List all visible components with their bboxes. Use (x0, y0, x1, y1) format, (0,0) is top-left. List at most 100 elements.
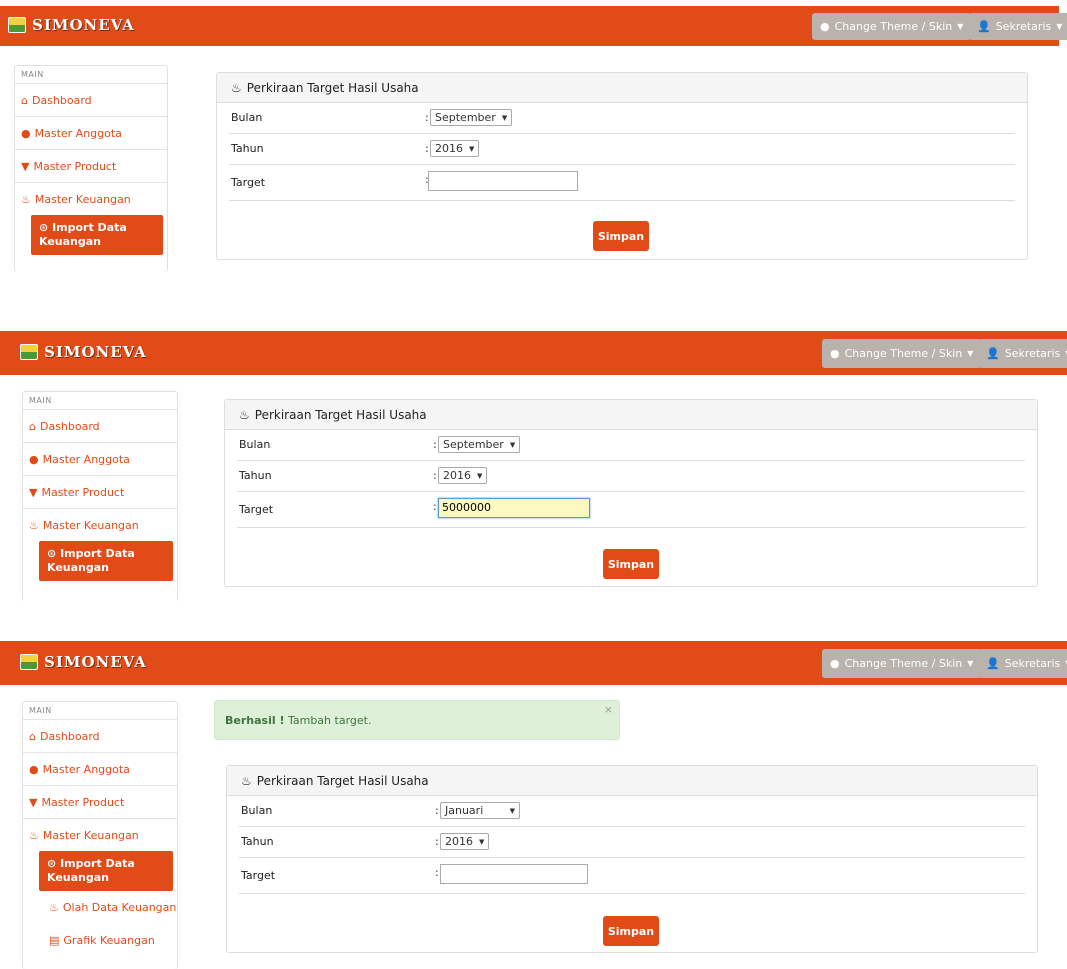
sidebar-item-master-product[interactable]: ▼ Master Product (23, 785, 177, 818)
target-input[interactable] (428, 171, 578, 191)
change-theme-label: Change Theme / Skin (844, 657, 963, 670)
target-input[interactable] (440, 864, 588, 884)
sidebar-item-label: Master Product (41, 485, 125, 499)
form-row-tahun: Tahun : 2016 ▼ (229, 134, 1015, 165)
target-form-panel: ♨ Perkiraan Target Hasil Usaha Bulan : S… (224, 399, 1038, 587)
droplet-icon: ● (830, 347, 840, 360)
colon: : (433, 500, 437, 513)
user-menu-label: Sekretaris (995, 20, 1052, 33)
sidebar-heading: MAIN (29, 706, 52, 715)
tahun-select[interactable]: 2016 ▼ (430, 140, 480, 157)
screenshot-3: SIMONEVA ● Change Theme / Skin ▼ 👤 Sekre… (0, 641, 1067, 969)
bulan-value: Januari (445, 804, 484, 817)
sidebar-item-master-product[interactable]: ▼ Master Product (15, 149, 167, 182)
sidebar-subitem-line1: Import Data (60, 547, 135, 560)
sidebar-item-label: Master Anggota (42, 452, 130, 466)
simpan-button[interactable]: Simpan (603, 549, 659, 579)
user-icon: ● (29, 762, 39, 776)
home-icon: ⌂ (21, 93, 28, 107)
tahun-value: 2016 (435, 142, 463, 155)
screenshot-2: SIMONEVA ● Change Theme / Skin ▼ 👤 Sekre… (0, 331, 1067, 601)
form-row-target: Target : (229, 165, 1015, 201)
brand-name: SIMONEVA (44, 343, 147, 361)
cart-icon: ▼ (29, 795, 38, 809)
fire-icon: ♨ (49, 901, 59, 914)
tahun-select[interactable]: 2016 ▼ (440, 833, 490, 850)
user-menu-label: Sekretaris (1004, 347, 1061, 360)
panel-heading: ♨ Perkiraan Target Hasil Usaha (225, 400, 1037, 430)
panel-title: Perkiraan Target Hasil Usaha (254, 407, 427, 422)
chevron-down-icon: ▼ (477, 471, 483, 480)
sidebar-subitem-line2: Keuangan (47, 561, 110, 574)
sidebar-subitem-import-data-keuangan[interactable]: ⊙ Import Data Keuangan (39, 541, 173, 581)
brand[interactable]: SIMONEVA (8, 16, 135, 34)
navbar: SIMONEVA ● Change Theme / Skin ▼ 👤 Sekre… (0, 6, 1067, 46)
sidebar-item-dashboard[interactable]: ⌂ Dashboard (23, 409, 177, 442)
sidebar-item-label: Master Keuangan (42, 518, 139, 532)
target-input[interactable]: 5000000 (438, 498, 590, 518)
fire-icon: ♨ (239, 407, 250, 422)
simpan-button[interactable]: Simpan (603, 916, 659, 946)
sidebar-subitem-import-data-keuangan[interactable]: ⊙ Import Data Keuangan (31, 215, 163, 255)
sidebar-item-master-anggota[interactable]: ● Master Anggota (23, 752, 177, 785)
bulan-select[interactable]: Januari ▼ (440, 802, 520, 819)
logo-icon (20, 654, 38, 670)
alert-message: Tambah target. (287, 714, 372, 727)
brand[interactable]: SIMONEVA (20, 653, 147, 671)
logo-icon (20, 344, 38, 360)
sidebar-item-master-keuangan[interactable]: ♨ Master Keuangan (23, 508, 177, 541)
sidebar-item-master-product[interactable]: ▼ Master Product (23, 475, 177, 508)
bulan-select[interactable]: September ▼ (438, 436, 521, 453)
sidebar: MAIN ⌂ Dashboard ● Master Anggota ▼ Master … (22, 701, 178, 969)
caret-down-icon: ▼ (967, 349, 974, 358)
bulan-value: September (435, 111, 496, 124)
caret-down-icon: ▼ (1056, 22, 1063, 31)
change-theme-button[interactable]: ● Change Theme / Skin ▼ (822, 339, 982, 368)
caret-down-icon: ▼ (967, 659, 974, 668)
chevron-down-icon: ▼ (479, 837, 485, 846)
fire-icon: ♨ (231, 80, 242, 95)
sidebar-item-dashboard[interactable]: ⌂ Dashboard (15, 83, 167, 116)
simpan-button[interactable]: Simpan (593, 221, 649, 251)
caret-down-icon: ▼ (957, 22, 964, 31)
user-icon: 👤 (986, 347, 1000, 360)
sidebar-subitem-label: Grafik Keuangan (63, 934, 155, 947)
target-label: Target (241, 869, 276, 882)
user-icon: 👤 (986, 657, 1000, 670)
fire-icon: ♨ (21, 192, 31, 206)
bulan-select[interactable]: September ▼ (430, 109, 513, 126)
success-alert: Berhasil ! Tambah target. × (214, 700, 620, 740)
tahun-value: 2016 (443, 469, 471, 482)
form-row-bulan: Bulan : Januari ▼ (239, 796, 1025, 827)
tahun-select[interactable]: 2016 ▼ (438, 467, 488, 484)
sidebar-subitem-import-data-keuangan[interactable]: ⊙ Import Data Keuangan (39, 851, 173, 891)
brand[interactable]: SIMONEVA (20, 343, 147, 361)
bulan-label: Bulan (231, 111, 263, 124)
change-theme-button[interactable]: ● Change Theme / Skin ▼ (812, 13, 972, 40)
form-row-bulan: Bulan : September ▼ (237, 430, 1025, 461)
sidebar-item-master-keuangan[interactable]: ♨ Master Keuangan (23, 818, 177, 851)
sidebar-subitem-olah-data-keuangan[interactable]: ♨ Olah Data Keuangan (23, 891, 177, 924)
close-icon[interactable]: × (604, 703, 613, 716)
user-menu-button[interactable]: 👤 Sekretaris ▼ (969, 13, 1067, 40)
sidebar-item-label: Master Anggota (34, 126, 122, 140)
colon: : (425, 142, 429, 155)
colon: : (435, 804, 439, 817)
sidebar-item-master-anggota[interactable]: ● Master Anggota (15, 116, 167, 149)
user-menu-button[interactable]: 👤 Sekretaris ▼ (978, 339, 1067, 368)
cart-icon: ▼ (29, 485, 38, 499)
home-icon: ⌂ (29, 419, 36, 433)
sidebar-item-master-anggota[interactable]: ● Master Anggota (23, 442, 177, 475)
sidebar-item-master-keuangan[interactable]: ♨ Master Keuangan (15, 182, 167, 215)
sidebar-item-dashboard[interactable]: ⌂ Dashboard (23, 719, 177, 752)
change-theme-button[interactable]: ● Change Theme / Skin ▼ (822, 649, 982, 678)
sidebar-item-label: Master Anggota (42, 762, 130, 776)
chevron-down-icon: ▼ (469, 144, 475, 153)
upload-icon: ⊙ (47, 547, 57, 560)
fire-icon: ♨ (29, 828, 39, 842)
form-row-bulan: Bulan : September ▼ (229, 103, 1015, 134)
sidebar-subitem-line1: Import Data (60, 857, 135, 870)
user-menu-button[interactable]: 👤 Sekretaris ▼ (978, 649, 1067, 678)
sidebar-subitem-grafik-keuangan[interactable]: ▤ Grafik Keuangan (23, 924, 177, 957)
target-label: Target (239, 503, 274, 516)
